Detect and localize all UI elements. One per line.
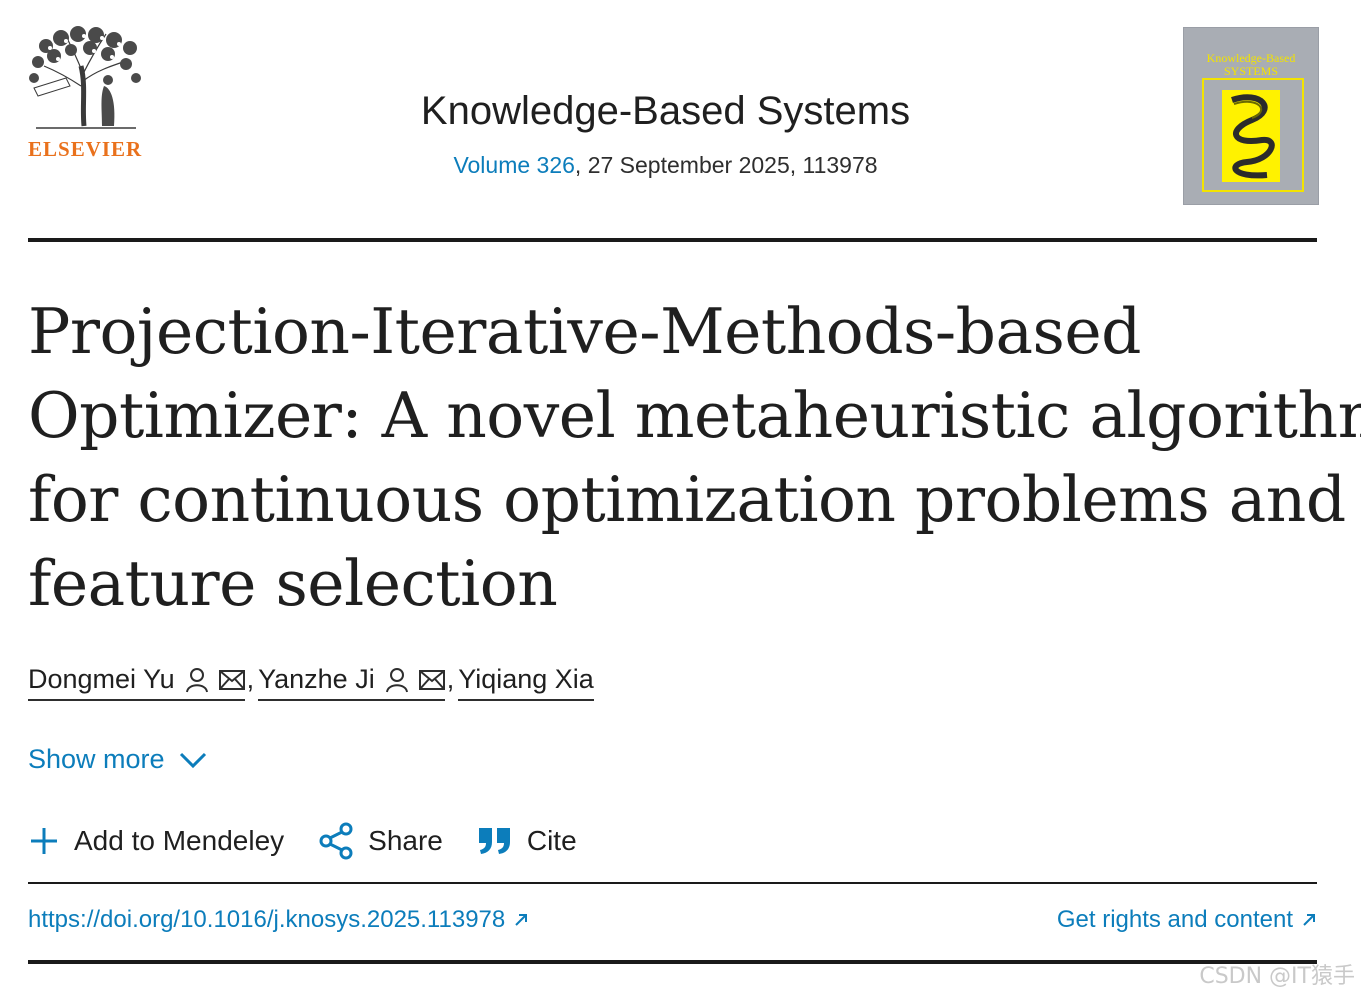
envelope-icon — [418, 669, 445, 690]
journal-title[interactable]: Knowledge-Based Systems — [0, 89, 1331, 134]
add-to-mendeley-label: Add to Mendeley — [74, 825, 285, 856]
cover-art — [1222, 90, 1280, 182]
author-separator: , — [246, 664, 255, 694]
share-icon — [319, 822, 353, 860]
cover-title: Knowledge-Based SYSTEMS — [1206, 51, 1296, 78]
author-list: Dongmei Yu , Yanzhe Ji , Yiqiang Xia — [28, 664, 594, 701]
author-link[interactable]: Dongmei Yu — [28, 664, 245, 701]
share-button[interactable]: Share — [318, 822, 443, 860]
issue-details: , 27 September 2025, 113978 — [574, 152, 878, 178]
issue-line: Volume 326, 27 September 2025, 113978 — [0, 152, 1331, 179]
article-actions: Add to Mendeley Share Cite — [28, 822, 611, 860]
person-icon — [185, 667, 208, 692]
quote-icon — [478, 828, 510, 854]
doi-link[interactable]: https://doi.org/10.1016/j.knosys.2025.11… — [28, 906, 529, 934]
show-more-label: Show more — [28, 744, 165, 774]
add-to-mendeley-button[interactable]: Add to Mendeley — [28, 825, 284, 857]
watermark: CSDN @IT猿手 — [1199, 964, 1355, 989]
get-rights-text: Get rights and content — [1056, 906, 1293, 933]
chevron-down-icon — [179, 752, 206, 768]
title-line: Optimizer: A novel metaheuristic algorit… — [28, 379, 1361, 452]
footer-divider — [28, 960, 1317, 964]
volume-link[interactable]: Volume 326 — [453, 152, 574, 178]
share-label: Share — [368, 825, 443, 856]
author-name: Dongmei Yu — [28, 664, 175, 694]
author-separator: , — [446, 664, 455, 694]
external-link-icon — [1303, 914, 1315, 926]
cite-label: Cite — [526, 825, 577, 856]
show-more-button[interactable]: Show more — [28, 744, 207, 775]
header-divider — [28, 238, 1317, 242]
plus-icon — [31, 828, 57, 854]
article-title: Projection-Iterative-Methods-based Optim… — [28, 290, 1361, 626]
author-link[interactable]: Yiqiang Xia — [458, 664, 594, 701]
author-name: Yiqiang Xia — [458, 664, 594, 694]
cite-button[interactable]: Cite — [477, 825, 577, 857]
title-line: Projection-Iterative-Methods-based — [28, 295, 1141, 368]
envelope-icon — [218, 669, 245, 690]
external-link-icon — [515, 914, 528, 926]
journal-cover-image[interactable]: Knowledge-Based SYSTEMS — [1183, 27, 1319, 205]
author-name: Yanzhe Ji — [258, 664, 375, 694]
title-line: feature selection — [28, 547, 558, 620]
get-rights-link[interactable]: Get rights and content — [1057, 906, 1317, 934]
title-line: for continuous optimization problems and — [28, 463, 1346, 536]
author-link[interactable]: Yanzhe Ji — [258, 664, 445, 701]
actions-divider — [28, 882, 1317, 884]
person-icon — [385, 667, 408, 692]
doi-text: https://doi.org/10.1016/j.knosys.2025.11… — [28, 906, 506, 933]
